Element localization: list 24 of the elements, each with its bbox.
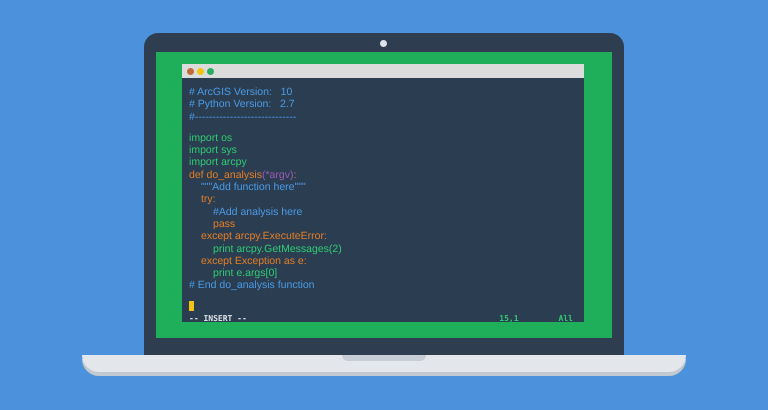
code-line: import arcpy (189, 156, 247, 169)
camera-icon (380, 40, 387, 47)
code-line: """Add function here""" (201, 181, 306, 194)
minimize-icon[interactable] (197, 68, 204, 74)
mode-indicator: -- INSERT -- (189, 314, 247, 322)
code-line: import os (189, 132, 232, 144)
code-line: print arcpy.GetMessages(2) (213, 242, 342, 255)
code-line: import sys (189, 144, 237, 156)
text-cursor (189, 300, 194, 311)
code-line: #----------------------------- (189, 110, 296, 125)
cursor-position: 15,1 (499, 314, 519, 322)
close-icon[interactable] (187, 68, 194, 74)
code-line: print e.args[0] (213, 267, 278, 280)
code-line: pass (213, 218, 236, 230)
code-line: def do_analysis(*argv): (189, 168, 296, 182)
code-line: except Exception as e: (201, 254, 307, 268)
maximize-icon[interactable] (207, 68, 214, 74)
code-line: # ArcGIS Version: 10 (189, 86, 292, 98)
code-line: # End do_analysis function (189, 279, 315, 294)
code-line: try: (201, 193, 216, 206)
code-line: #Add analysis here (213, 206, 302, 218)
code-line: # Python Version: 2.7 (189, 98, 295, 111)
scroll-indicator: All (558, 314, 573, 322)
code-line: except arcpy.ExecuteError: (201, 230, 327, 243)
